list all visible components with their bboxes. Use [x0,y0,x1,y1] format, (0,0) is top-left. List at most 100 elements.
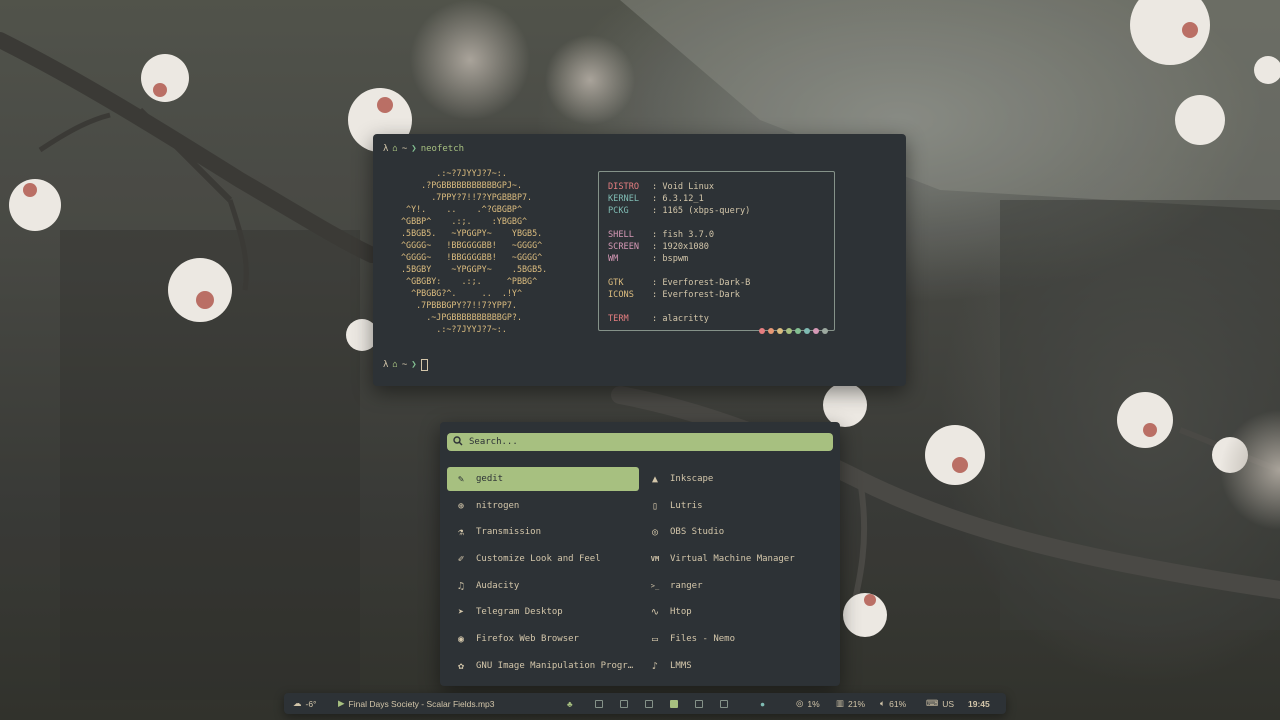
vm-icon: VM [650,555,660,563]
app-label: Files - Nemo [670,634,736,644]
command-text: neofetch [420,144,465,154]
home-icon: ⌂ [392,144,398,154]
app-label: Audacity [476,581,520,591]
workspace-6[interactable] [720,699,728,708]
status-bar: ☁ -6° ▶ Final Days Society - Scalar Fiel… [284,693,1006,714]
terminal-prompt-current[interactable]: λ ⌂ ~ ❯ [383,359,428,371]
palette-dot [804,328,810,334]
home-icon: ⌂ [392,360,398,370]
search-input[interactable] [469,437,769,447]
info-key: PCKG [608,206,629,216]
app-item-virt-manager[interactable]: VM Virtual Machine Manager [641,547,833,571]
info-value: : 1920x1080 [652,242,709,252]
app-label: Lutris [670,501,703,511]
app-item-firefox[interactable]: ◉ Firefox Web Browser [447,627,639,651]
info-value: : Everforest-Dark [652,290,740,300]
speaker-icon: 🔈︎ [880,698,886,708]
discord-icon[interactable]: ● [760,693,765,714]
cpu-widget[interactable]: ◎ 1% [796,693,820,714]
prompt-arrow: ❯ [411,360,417,370]
volume-widget[interactable]: 🔈︎ 61% [880,693,906,714]
memory-icon: ▥ [836,698,845,708]
app-item-lmms[interactable]: ♪ LMMS [641,654,833,678]
palette-dot [813,328,819,334]
search-icon [453,435,463,449]
info-value: : fish 3.7.0 [652,230,715,240]
workspace-1[interactable] [595,699,603,708]
keyboard-widget[interactable]: ⌨ US [926,693,954,714]
app-label: Virtual Machine Manager [670,554,795,564]
brush-icon: ✐ [457,553,465,565]
gimp-icon: ✿ [457,660,465,672]
app-label: Inkscape [670,474,714,484]
app-label: Telegram Desktop [476,607,563,617]
app-item-audacity[interactable]: ♫ Audacity [447,574,639,598]
terminal-icon: >_ [650,582,660,590]
info-value: : Void Linux [652,182,715,192]
workspace-5[interactable] [695,699,703,708]
app-item-transmission[interactable]: ⚗ Transmission [447,520,639,544]
wallpaper-icon: ⊕ [457,500,465,512]
app-item-files-nemo[interactable]: ▭ Files - Nemo [641,627,833,651]
app-item-ranger[interactable]: >_ ranger [641,574,833,598]
text-editor-icon: ✎ [457,473,465,485]
palette-dot [795,328,801,334]
app-label: gedit [476,474,504,484]
volume-level: 61% [889,698,907,709]
search-bar[interactable] [447,433,833,451]
palette-dot [768,328,774,334]
neofetch-info-box: DISTRO : Void Linux KERNEL : 6.3.12_1 PC… [598,171,835,334]
neofetch-ascii-logo: .:~?7JYYJ?7~:. .?PGBBBBBBBBBBBGPJ~. .7PP… [401,168,548,334]
info-row-gtk: GTK : Everforest-Dark-B [608,277,750,289]
info-row-shell: SHELL : fish 3.7.0 [608,229,714,241]
app-label: GNU Image Manipulation Progr… [476,661,634,671]
app-item-gedit[interactable]: ✎ gedit [447,467,639,491]
prompt-path: ~ [401,144,408,154]
prompt-path: ~ [401,360,408,370]
palette-dot [777,328,783,334]
app-item-nitrogen[interactable]: ⊕ nitrogen [447,494,639,518]
transmission-icon: ⚗ [457,526,465,538]
music-widget[interactable]: ▶ Final Days Society - Scalar Fields.mp3 [338,693,495,714]
monitor-icon: ∿ [650,606,660,618]
app-item-telegram[interactable]: ➤ Telegram Desktop [447,600,639,624]
keyboard-icon: ⌨ [926,698,939,708]
cpu-icon: ◎ [796,698,804,708]
terminal-window[interactable]: λ ⌂ ~ ❯ neofetch .:~?7JYYJ?7~:. .?PGBBBB… [373,134,906,386]
info-key: WM [608,254,619,264]
app-item-customize-look[interactable]: ✐ Customize Look and Feel [447,547,639,571]
folder-icon: ▭ [651,633,659,645]
workspace-4[interactable] [670,699,678,708]
app-label: LMMS [670,661,692,671]
firefox-icon: ◉ [457,633,465,645]
memory-widget[interactable]: ▥ 21% [836,693,865,714]
info-row-distro: DISTRO : Void Linux [608,181,714,193]
clock[interactable]: 19:45 [968,693,990,714]
palette-dot [786,328,792,334]
workspace-3[interactable] [645,699,653,708]
void-logo-icon[interactable]: ♣ [567,693,573,714]
keyboard-layout: US [942,698,955,709]
app-label: OBS Studio [670,527,725,537]
info-key: SHELL [608,230,634,240]
info-row-term: TERM : alacritty [608,313,709,325]
app-item-inkscape[interactable]: ▲ Inkscape [641,467,833,491]
app-label: Customize Look and Feel [476,554,601,564]
app-label: ranger [670,581,703,591]
app-item-htop[interactable]: ∿ Htop [641,600,833,624]
palette-dot [759,328,765,334]
info-value: : bspwm [652,254,689,264]
info-key: DISTRO [608,182,640,192]
app-item-obs-studio[interactable]: ◎ OBS Studio [641,520,833,544]
weather-widget[interactable]: ☁ -6° [293,693,316,714]
app-item-gimp[interactable]: ✿ GNU Image Manipulation Progr… [447,654,639,678]
headphones-icon: ♫ [457,580,465,592]
cloud-icon: ☁ [293,698,302,708]
prompt-symbol: λ [383,144,389,154]
text-cursor[interactable] [420,359,428,371]
workspace-2[interactable] [620,699,628,708]
app-launcher[interactable]: ✎ gedit ▲ Inkscape ⊕ nitrogen ▯ Lutris ⚗… [440,422,840,686]
app-label: Htop [670,607,692,617]
app-item-lutris[interactable]: ▯ Lutris [641,494,833,518]
lmms-icon: ♪ [651,660,659,672]
